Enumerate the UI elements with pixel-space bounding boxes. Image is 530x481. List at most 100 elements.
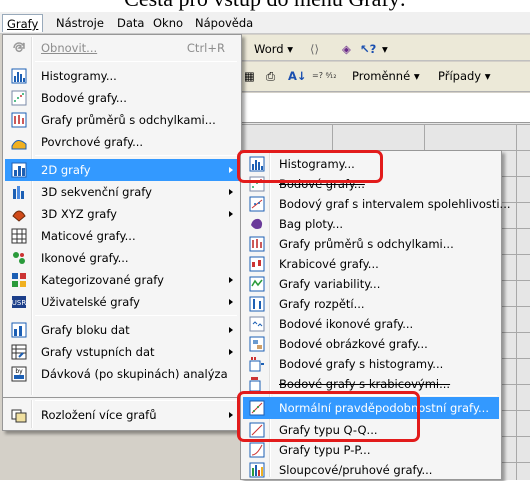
- menu-data[interactable]: Data: [113, 14, 148, 32]
- scatter-hist-icon: [249, 357, 264, 372]
- range-icon: [249, 296, 265, 312]
- sub-item-bag-ploty[interactable]: Bag ploty...: [243, 213, 499, 235]
- sub-item-bodove-obrazkove[interactable]: Bodové obrázkové grafy...: [243, 333, 499, 355]
- shortcut-label: Ctrl+R: [186, 41, 225, 55]
- sub-item-interval-spolehlivosti[interactable]: Bodový graf s intervalem spolehlivosti..…: [243, 193, 511, 215]
- box-plot-icon: [249, 256, 265, 272]
- user-graph-icon: USR: [12, 296, 27, 308]
- menu-okno[interactable]: Okno: [149, 14, 187, 32]
- submenu-arrow-icon: [229, 349, 233, 355]
- menu-item-rozlozeni[interactable]: Rozložení více grafů: [5, 404, 239, 426]
- menu-item-label: Grafy průměrů s odchylkami...: [41, 113, 216, 127]
- menu-item-uzivatelske[interactable]: USR Uživatelské grafy: [5, 291, 239, 313]
- menu-item-2d-grafy[interactable]: 2D grafy: [5, 159, 239, 181]
- menu-item-bloku-dat[interactable]: Grafy bloku dat: [5, 319, 239, 341]
- toolbar-top: Word ▾ ⟨⟩ ◈ ↖? ▾: [240, 35, 530, 61]
- sub-item-variability[interactable]: Grafy variability...: [243, 273, 499, 295]
- menu-napoveda[interactable]: Nápověda: [191, 14, 257, 32]
- menu-nastroje[interactable]: Nástroje: [52, 14, 108, 32]
- sub-item-label: Grafy typu P-P...: [279, 443, 371, 457]
- toolbar-more-icon[interactable]: ▾: [382, 40, 388, 58]
- scatterplot-icon: [11, 90, 27, 106]
- submenu-arrow-icon: [229, 167, 233, 173]
- separator: [35, 315, 237, 316]
- sort-icon[interactable]: A↓: [288, 67, 307, 85]
- sub-item-label: Bodový graf s intervalem spolehlivosti..…: [279, 197, 511, 211]
- highlight-histogramy: [237, 150, 383, 183]
- sheet-icon[interactable]: ▦: [244, 67, 255, 85]
- variability-icon: [249, 276, 265, 292]
- sub-item-label: Grafy rozpětí...: [279, 297, 365, 311]
- menu-napoveda-label: Nápověda: [195, 16, 254, 30]
- menu-item-bodove-grafy[interactable]: Bodové grafy...: [5, 87, 239, 109]
- bag-plot-icon: [251, 218, 263, 229]
- variables-dropdown[interactable]: Proměnné ▾: [352, 67, 420, 85]
- sub-item-grafy-prumeru[interactable]: Grafy průměrů s odchylkami...: [243, 233, 499, 255]
- separator: [35, 155, 237, 156]
- menu-item-histogramy[interactable]: Histogramy...: [5, 65, 239, 87]
- menu-nastroje-label: Nástroje: [56, 16, 104, 30]
- menu-item-label: Histogramy...: [41, 69, 117, 83]
- svg-text:USR: USR: [12, 299, 27, 307]
- sub-item-label: Sloupcové/pruhové grafy...: [279, 463, 433, 477]
- menu-item-davkova[interactable]: by Dávková (po skupinách) analýza: [5, 363, 239, 385]
- help-cursor-icon[interactable]: ↖?: [360, 40, 376, 58]
- block-data-icon: [11, 322, 27, 338]
- menu-item-label: Bodové grafy...: [41, 91, 127, 105]
- scatter-ci-icon: [249, 196, 265, 212]
- spreadsheet-header: [240, 93, 530, 123]
- menu-item-label: 3D sekvenční grafy: [41, 185, 152, 199]
- means-icon: [249, 236, 265, 252]
- menu-item-kategorizovane[interactable]: Kategorizované grafy: [5, 269, 239, 291]
- separator: [35, 400, 237, 401]
- menu-item-label: 2D grafy: [41, 163, 91, 177]
- cases-dropdown[interactable]: Případy ▾: [438, 67, 491, 85]
- sub-item-krabicove[interactable]: Krabicové grafy...: [243, 253, 499, 275]
- sub-item-p-p[interactable]: Grafy typu P-P...: [243, 439, 499, 461]
- menu-grafy-label: Grafy: [7, 17, 39, 31]
- grafy-menu-bottom: Rozložení více grafů: [2, 397, 242, 431]
- menu-item-obnovit[interactable]: Obnovit... Ctrl+R: [5, 37, 239, 59]
- menu-item-ikonove[interactable]: Ikonové grafy...: [5, 247, 239, 269]
- sub-item-label: Bodové grafy s histogramy...: [279, 357, 444, 371]
- bracket-icon[interactable]: ⟨⟩: [310, 40, 319, 58]
- menu-item-label: Rozložení více grafů: [41, 408, 157, 422]
- menu-item-label: Kategorizované grafy: [41, 273, 164, 287]
- menu-item-3d-xyz[interactable]: 3D XYZ grafy: [5, 203, 239, 225]
- bar-chart-icon: [249, 462, 265, 478]
- menu-item-label: 3D XYZ grafy: [41, 207, 117, 221]
- submenu-arrow-icon: [229, 277, 233, 283]
- 3d-xyz-icon: [12, 210, 26, 222]
- 3d-sequential-icon: [13, 186, 24, 199]
- eraser-icon[interactable]: ◈: [342, 40, 351, 58]
- menu-item-vstupnich-dat[interactable]: Grafy vstupních dat: [5, 341, 239, 363]
- print-icon[interactable]: ⎙: [266, 67, 275, 85]
- menu-item-povrchove[interactable]: Povrchové grafy...: [5, 131, 239, 153]
- submenu-arrow-icon: [229, 189, 233, 195]
- menu-item-label: Grafy bloku dat: [41, 323, 130, 337]
- word-dropdown[interactable]: Word ▾: [254, 40, 293, 58]
- scatter-box-icon: [249, 377, 261, 392]
- grafy-menu: Obnovit... Ctrl+R Histogramy... Bodové g…: [2, 34, 242, 398]
- menu-item-maticove[interactable]: Maticové grafy...: [5, 225, 239, 247]
- pp-icon: [249, 442, 265, 458]
- means-icon: [11, 112, 27, 128]
- menu-item-label: Povrchové grafy...: [41, 135, 144, 149]
- variables-label: Proměnné: [352, 69, 411, 83]
- menu-item-grafy-prumeru[interactable]: Grafy průměrů s odchylkami...: [5, 109, 239, 131]
- sub-item-label: Krabicové grafy...: [279, 257, 379, 271]
- sub-item-s-histogramy[interactable]: Bodové grafy s histogramy...: [243, 353, 499, 375]
- menu-item-label: Ikonové grafy...: [41, 251, 129, 265]
- menu-item-label: Uživatelské grafy: [41, 295, 140, 309]
- menu-grafy[interactable]: Grafy: [2, 14, 44, 32]
- formula-icon[interactable]: =? ⁸⁄₁₂: [312, 67, 336, 85]
- sub-item-sloupcove[interactable]: Sloupcové/pruhové grafy...: [243, 459, 499, 481]
- menu-item-3d-sekvencni[interactable]: 3D sekvenční grafy: [5, 181, 239, 203]
- sub-item-rozpeti[interactable]: Grafy rozpětí...: [243, 293, 499, 315]
- icon-scatter-icon: [249, 316, 265, 332]
- menu-data-label: Data: [117, 16, 145, 30]
- sub-item-label: Grafy variability...: [279, 277, 381, 291]
- separator: [35, 61, 237, 62]
- sub-item-bodove-ikonove[interactable]: Bodové ikonové grafy...: [243, 313, 499, 335]
- 2d-graph-icon: [11, 162, 27, 178]
